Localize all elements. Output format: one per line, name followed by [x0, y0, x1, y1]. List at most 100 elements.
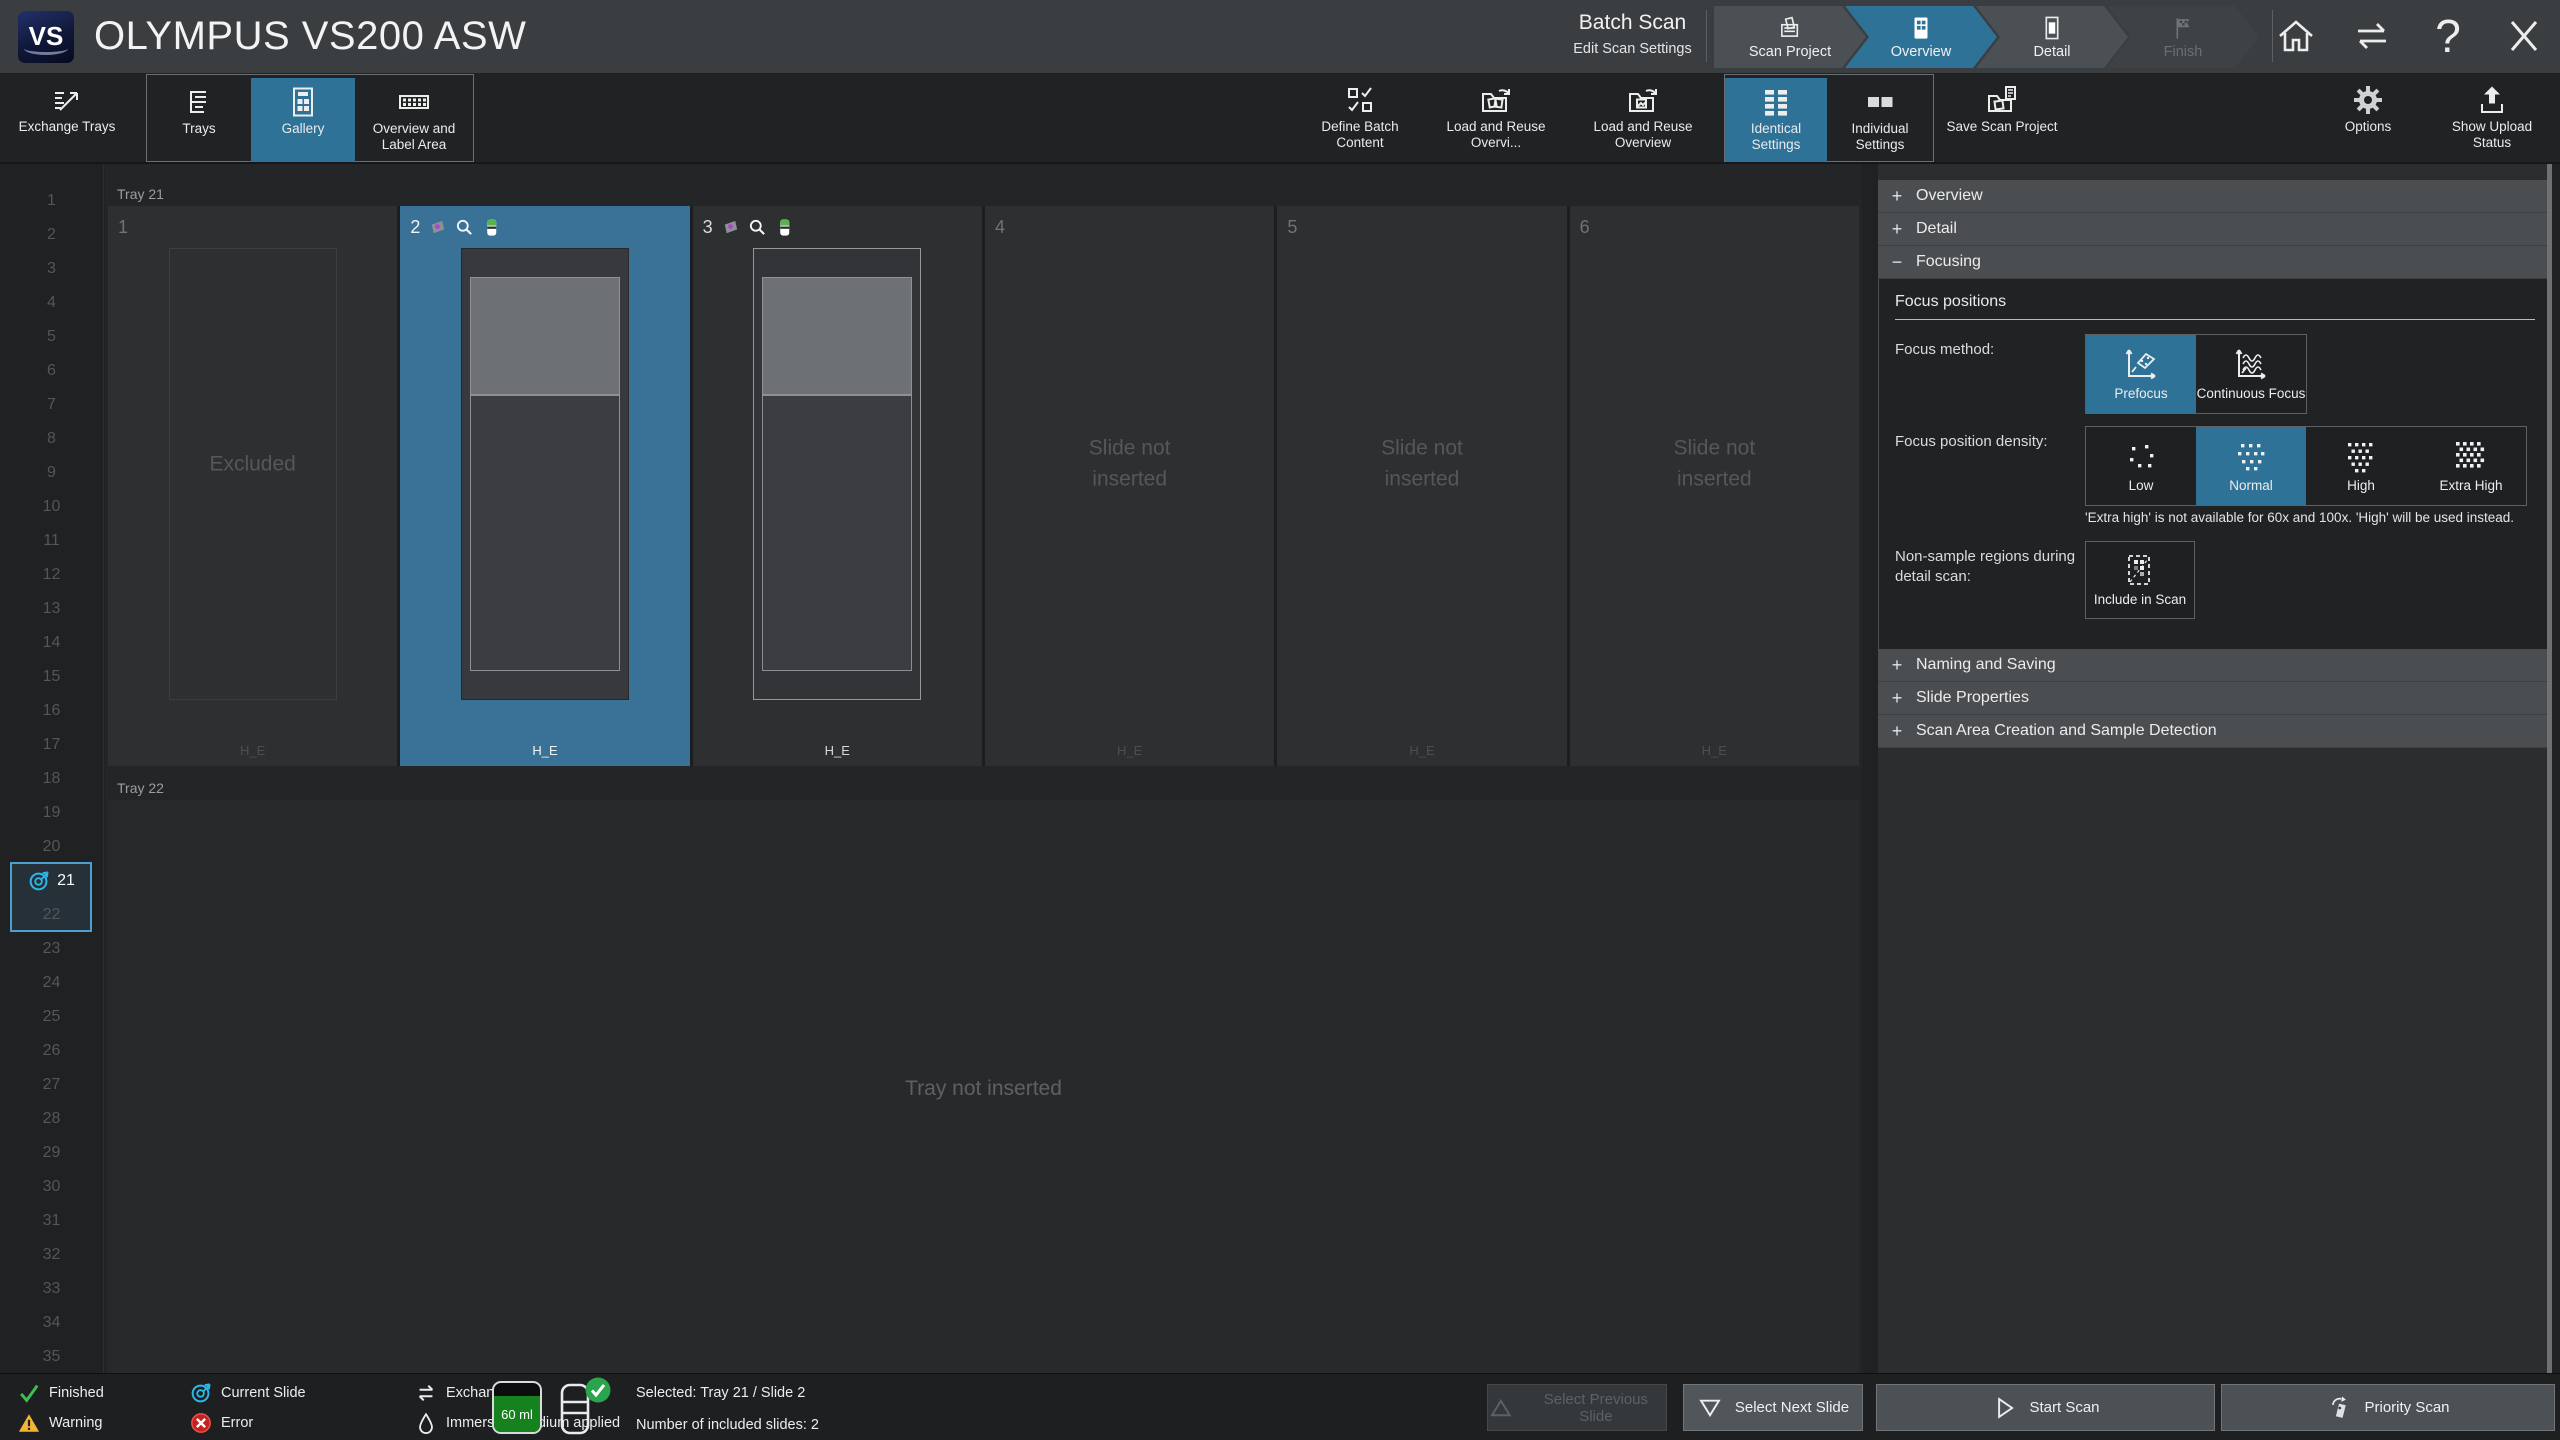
tray-list-item-2[interactable]: 2	[0, 218, 103, 252]
priority-scan-button[interactable]: Priority Scan	[2221, 1384, 2555, 1431]
slide-cell-1[interactable]: 1ExcludedH_E	[108, 206, 397, 766]
slide-preview[interactable]	[461, 248, 629, 700]
tray-list-item-24[interactable]: 24	[0, 966, 103, 1000]
exchange-trays-icon	[50, 84, 84, 116]
slide-message: Slide not inserted	[1639, 432, 1789, 495]
tray-list-item-6[interactable]: 6	[0, 354, 103, 388]
overview-icon	[1907, 15, 1935, 41]
gallery-view-button[interactable]: Gallery	[251, 78, 355, 162]
select-next-slide-button[interactable]: Select Next Slide	[1683, 1384, 1863, 1431]
tray-list-item-8[interactable]: 8	[0, 422, 103, 456]
tray-list-item-30[interactable]: 30	[0, 1170, 103, 1204]
tray-list-item-15[interactable]: 15	[0, 660, 103, 694]
tray-list-item-11[interactable]: 11	[0, 524, 103, 558]
trays-view-button[interactable]: Trays	[147, 78, 251, 162]
tray-list-item-3[interactable]: 3	[0, 252, 103, 286]
identical-settings-button[interactable]: Identical Settings	[1725, 78, 1827, 162]
home-button[interactable]	[2270, 11, 2322, 61]
prefocus-button[interactable]: Prefocus	[2086, 335, 2196, 413]
tray-list-item-25[interactable]: 25	[0, 1000, 103, 1034]
select-previous-slide-button[interactable]: Select Previous Slide	[1487, 1384, 1667, 1431]
continuous-focus-button[interactable]: Continuous Focus	[2196, 335, 2306, 413]
section-detail[interactable]: +Detail	[1878, 213, 2552, 246]
triangle-down-icon	[1697, 1395, 1723, 1421]
section-focusing[interactable]: −Focusing	[1878, 246, 2552, 279]
step-finish: Finish	[2107, 6, 2259, 68]
section-slide-properties[interactable]: +Slide Properties	[1878, 682, 2552, 715]
tray-list-item-35[interactable]: 35	[0, 1340, 103, 1374]
density-extra-high-button[interactable]: Extra High	[2416, 427, 2526, 505]
tray-list-item-17[interactable]: 17	[0, 728, 103, 762]
tray-list-item-12[interactable]: 12	[0, 558, 103, 592]
tray-list-item-16[interactable]: 16	[0, 694, 103, 728]
section-naming-and-saving[interactable]: +Naming and Saving	[1878, 649, 2552, 682]
slide-cell-2[interactable]: 2H_E	[400, 206, 689, 766]
overview-label-area-button[interactable]: Overview and Label Area	[355, 78, 473, 162]
focus-positions-title: Focus positions	[1895, 293, 2535, 311]
tray-list-item-34[interactable]: 34	[0, 1306, 103, 1340]
legend-item-warning: Warning	[18, 1411, 104, 1434]
tray-list-item-14[interactable]: 14	[0, 626, 103, 660]
app-logo: VS	[18, 11, 74, 63]
save-scan-project-button[interactable]: Save Scan Project	[1944, 76, 2060, 160]
expand-icon: +	[1888, 721, 1906, 742]
magnifier-icon[interactable]	[455, 218, 474, 237]
non-sample-row: Non-sample regions during detail scan: I…	[1895, 541, 2535, 619]
tray-list-item-10[interactable]: 10	[0, 490, 103, 524]
panel-scrollbar[interactable]	[2547, 164, 2552, 1373]
focus-density-row: Focus position density: Low Normal High	[1895, 426, 2535, 506]
tray-list-item-7[interactable]: 7	[0, 388, 103, 422]
exchange-trays-button[interactable]: Exchange Trays	[8, 76, 126, 160]
tray-list-item-28[interactable]: 28	[0, 1102, 103, 1136]
tray-list-item-18[interactable]: 18	[0, 762, 103, 796]
tray-list-item-4[interactable]: 4	[0, 286, 103, 320]
load-reuse-overviews-button[interactable]: Load and Reuse Overvi...	[1430, 76, 1562, 160]
slide-cell-6[interactable]: 6Slide not insertedH_E	[1570, 206, 1859, 766]
individual-settings-button[interactable]: Individual Settings	[1827, 78, 1933, 162]
exchange-button[interactable]	[2346, 11, 2398, 61]
step-overview[interactable]: Overview	[1845, 6, 1997, 68]
stain-label: H_E	[985, 743, 1274, 758]
options-button[interactable]: Options	[2316, 76, 2420, 160]
density-high-button[interactable]: High	[2306, 427, 2416, 505]
close-button[interactable]	[2498, 11, 2550, 61]
tray-list-item-20[interactable]: 20	[0, 830, 103, 864]
density-low-button[interactable]: Low	[2086, 427, 2196, 505]
tray-list-item-33[interactable]: 33	[0, 1272, 103, 1306]
density-normal-button[interactable]: Normal	[2196, 427, 2306, 505]
detail-icon	[2038, 15, 2066, 41]
define-batch-content-button[interactable]: Define Batch Content	[1300, 76, 1420, 160]
tray-list-item-26[interactable]: 26	[0, 1034, 103, 1068]
toolbar-right: Options Show Upload Status	[2316, 73, 2552, 160]
tray-list-item-19[interactable]: 19	[0, 796, 103, 830]
tray-list-item-23[interactable]: 23	[0, 932, 103, 966]
section-overview[interactable]: +Overview	[1878, 180, 2552, 213]
tray-list-item-1[interactable]: 1	[0, 184, 103, 218]
density-low-icon	[2121, 438, 2161, 476]
step-detail[interactable]: Detail	[1976, 6, 2128, 68]
section-scan-area-creation-and-sample-detection[interactable]: +Scan Area Creation and Sample Detection	[1878, 715, 2552, 748]
magnifier-icon[interactable]	[748, 218, 767, 237]
slide-cell-3[interactable]: 3H_E	[693, 206, 982, 766]
tray-list-item-21[interactable]: 21	[0, 864, 103, 898]
start-scan-button[interactable]: Start Scan	[1876, 1384, 2215, 1431]
include-in-scan-button[interactable]: Include in Scan	[2085, 541, 2195, 619]
tray-list-item-31[interactable]: 31	[0, 1204, 103, 1238]
gallery-icon	[286, 86, 320, 118]
tray-list-item-13[interactable]: 13	[0, 592, 103, 626]
slide-cell-5[interactable]: 5Slide not insertedH_E	[1277, 206, 1566, 766]
tray-list-item-9[interactable]: 9	[0, 456, 103, 490]
help-button[interactable]: ?	[2422, 11, 2474, 61]
tray-list-item-29[interactable]: 29	[0, 1136, 103, 1170]
slide-preview[interactable]	[753, 248, 921, 700]
tray-list-item-32[interactable]: 32	[0, 1238, 103, 1272]
step-scan-project[interactable]: Scan Project	[1714, 6, 1866, 68]
load-reuse-overview-button[interactable]: Load and Reuse Overview	[1572, 76, 1714, 160]
tray-list-item-27[interactable]: 27	[0, 1068, 103, 1102]
tray-list-item-22[interactable]: 22	[0, 898, 103, 932]
tray-list-item-5[interactable]: 5	[0, 320, 103, 354]
show-upload-status-button[interactable]: Show Upload Status	[2432, 76, 2552, 160]
define-batch-icon	[1343, 84, 1377, 116]
slide-cell-4[interactable]: 4Slide not insertedH_E	[985, 206, 1274, 766]
stain-label: H_E	[108, 743, 397, 758]
